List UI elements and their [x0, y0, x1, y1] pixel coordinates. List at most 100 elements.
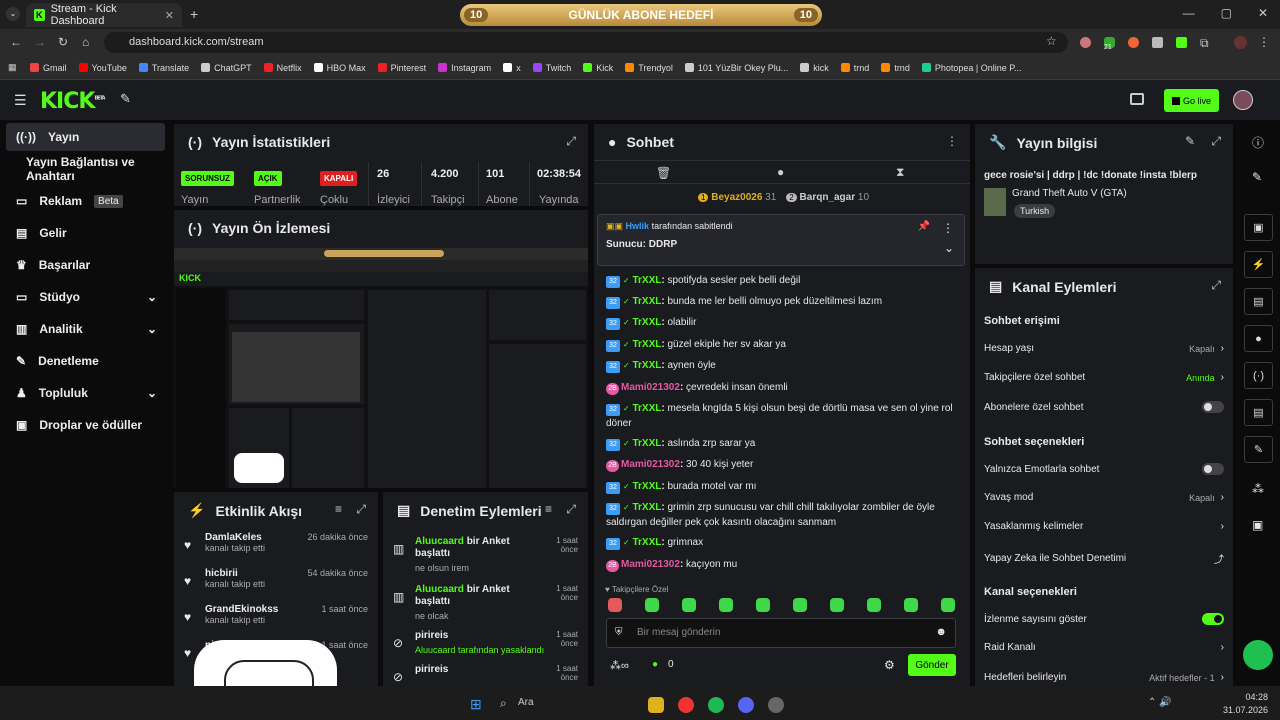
- bookmark-item[interactable]: Gmail: [30, 63, 67, 73]
- chat-username[interactable]: Mami021302: [621, 559, 680, 570]
- infinity-icon[interactable]: ⁂∞: [610, 659, 629, 672]
- chat-username[interactable]: TrXXL: [632, 275, 661, 286]
- chat-username[interactable]: TrXXL: [632, 403, 661, 414]
- bookmark-item[interactable]: trnd: [881, 63, 910, 73]
- emote-icon[interactable]: [608, 598, 622, 612]
- bookmark-item[interactable]: Pinterest: [377, 63, 426, 73]
- bookmark-item[interactable]: Trendyol: [625, 63, 673, 73]
- edit-pencil-icon[interactable]: ✎: [1185, 134, 1195, 148]
- search-icon[interactable]: ⌕: [500, 696, 507, 711]
- emote-icon[interactable]: [830, 598, 844, 612]
- file-explorer-icon[interactable]: [648, 697, 664, 713]
- toggle-switch[interactable]: [1202, 401, 1224, 413]
- discord-icon[interactable]: [738, 697, 754, 713]
- external-link-icon[interactable]: ⤴: [1214, 551, 1224, 566]
- chat-message[interactable]: 32 ✓ TrXXL: aslında zrp sarar ya: [606, 436, 956, 451]
- hourglass-icon[interactable]: ⧗: [896, 165, 904, 180]
- forward-icon[interactable]: →: [34, 35, 46, 49]
- bookmark-item[interactable]: trnd: [840, 63, 869, 73]
- setting-row[interactable]: Yalnızca Emotlarla sohbet: [984, 463, 1224, 475]
- chat-message[interactable]: 32 ✓ TrXXL: spotifyda sesler pek belli de…: [606, 273, 956, 288]
- extension2-icon[interactable]: [1128, 37, 1139, 48]
- chat-username[interactable]: Mami021302: [621, 382, 680, 393]
- chevron-right-icon[interactable]: ›: [1221, 672, 1224, 683]
- chrome-icon[interactable]: [678, 697, 694, 713]
- setting-row[interactable]: İzlenme sayısını göster: [984, 613, 1224, 625]
- chat-username[interactable]: TrXXL: [632, 317, 661, 328]
- chat-username[interactable]: TrXXL: [632, 438, 661, 449]
- obs-icon[interactable]: [768, 697, 784, 713]
- info-icon[interactable]: ⓘ: [1252, 134, 1264, 151]
- chat-message[interactable]: 32 ✓ TrXXL: güzel ekiple her sv akar ya: [606, 337, 956, 352]
- taskbar-search[interactable]: Ara: [518, 697, 534, 708]
- hamburger-menu-icon[interactable]: ☰: [14, 92, 27, 109]
- gift-icon[interactable]: ▣: [1252, 518, 1263, 532]
- setting-row[interactable]: Hesap yaşı Kapalı ›: [984, 343, 1224, 354]
- settings-gear-icon[interactable]: ⚙: [884, 658, 895, 672]
- bookmark-item[interactable]: Translate: [138, 63, 189, 73]
- chevron-right-icon[interactable]: ›: [1221, 642, 1224, 653]
- tools-icon[interactable]: ✎: [120, 91, 131, 107]
- chat-message[interactable]: 32 ✓ TrXXL: aynen öyle: [606, 358, 956, 373]
- document-icon[interactable]: ▤: [1244, 288, 1273, 315]
- emote-icon[interactable]: [867, 598, 881, 612]
- chat-message[interactable]: 32 ✓ TrXXL: burada motel var mı: [606, 479, 956, 494]
- chat-username[interactable]: TrXXL: [632, 481, 661, 492]
- url-input[interactable]: dashboard.kick.com/stream: [104, 32, 1068, 53]
- chat-message[interactable]: 2B Mami021302: 30 40 kişi yeter: [606, 457, 956, 472]
- shield-icon[interactable]: [1152, 37, 1163, 48]
- chat-message[interactable]: 32 ✓ TrXXL: bunda me ler belli olmuyo pek…: [606, 294, 956, 309]
- bookmark-item[interactable]: Instagram: [438, 63, 491, 73]
- wrench-icon[interactable]: ✎: [1244, 436, 1273, 463]
- bookmark-item[interactable]: 101 YüzBir Okey Plu...: [684, 63, 788, 73]
- setting-row[interactable]: Takipçilere özel sohbet Anında ›: [984, 372, 1224, 383]
- chat-username[interactable]: TrXXL: [632, 502, 661, 513]
- bookmark-item[interactable]: HBO Max: [313, 63, 366, 73]
- popout-icon[interactable]: ⤢: [1211, 278, 1221, 293]
- setting-row[interactable]: Yapay Zeka ile Sohbet Denetimi ⤴: [984, 551, 1224, 566]
- tab-search-icon[interactable]: ⌄: [6, 7, 20, 21]
- reload-icon[interactable]: ↻: [58, 35, 68, 49]
- maximize-icon[interactable]: ▢: [1221, 6, 1232, 20]
- pinned-message[interactable]: ▣▣ Hwlik tarafından sabitlendi Sunucu: D…: [597, 214, 965, 266]
- minimize-icon[interactable]: —: [1183, 6, 1195, 20]
- sidebar-item-basarilar[interactable]: ♛ Başarılar: [6, 251, 165, 279]
- chevron-right-icon[interactable]: ›: [1221, 372, 1224, 383]
- sidebar-item-denetleme[interactable]: ✎ Denetleme: [6, 347, 165, 375]
- sidebar-item-analitik[interactable]: ▥ Analitik ⌄: [6, 315, 165, 343]
- sidebar-item-reklam[interactable]: ▭ Reklam Beta: [6, 187, 165, 215]
- windows-start-icon[interactable]: ⊞: [470, 696, 482, 713]
- capture-icon[interactable]: ▣: [1244, 214, 1273, 241]
- kick-extension-icon[interactable]: [1176, 37, 1187, 48]
- studio-icon[interactable]: [1130, 93, 1144, 105]
- profile-avatar[interactable]: [1234, 36, 1247, 49]
- chevron-right-icon[interactable]: ›: [1221, 343, 1224, 354]
- chat-message[interactable]: 32 ✓ TrXXL: grimin zrp sunucusu var chill…: [606, 500, 956, 530]
- support-icon[interactable]: [1243, 640, 1273, 670]
- sidebar-item-yayin[interactable]: ((·)) Yayın: [6, 123, 165, 151]
- bookmark-item[interactable]: YouTube: [78, 63, 127, 73]
- emote-icon[interactable]: [719, 598, 733, 612]
- chat-username[interactable]: TrXXL: [632, 537, 661, 548]
- chat-username[interactable]: TrXXL: [632, 296, 661, 307]
- bookmark-star-icon[interactable]: ☆: [1046, 34, 1057, 48]
- menu-dots-icon[interactable]: ⋮: [1258, 35, 1270, 49]
- user-avatar[interactable]: [1233, 90, 1253, 110]
- chevron-right-icon[interactable]: ›: [1221, 492, 1224, 503]
- setting-row[interactable]: Raid Kanalı ›: [984, 642, 1224, 653]
- sidebar-item-droplar[interactable]: ▣ Droplar ve ödüller: [6, 411, 165, 439]
- bookmark-item[interactable]: x: [503, 63, 521, 73]
- bookmark-item[interactable]: ChatGPT: [201, 63, 252, 73]
- filter-icon[interactable]: ≡: [335, 502, 342, 516]
- bookmark-item[interactable]: kick: [800, 63, 829, 73]
- bookmark-item[interactable]: Kick: [583, 63, 613, 73]
- kick-logo[interactable]: KICKBETA: [40, 89, 106, 114]
- back-icon[interactable]: ←: [10, 35, 22, 49]
- popout-icon[interactable]: ⤢: [566, 502, 576, 517]
- emote-icon[interactable]: [682, 598, 696, 612]
- emote-icon[interactable]: [645, 598, 659, 612]
- toggle-switch[interactable]: [1202, 463, 1224, 475]
- broadcast-icon[interactable]: (·): [1244, 362, 1273, 389]
- new-tab-icon[interactable]: +: [190, 6, 198, 22]
- popout-icon[interactable]: ⤢: [356, 502, 366, 517]
